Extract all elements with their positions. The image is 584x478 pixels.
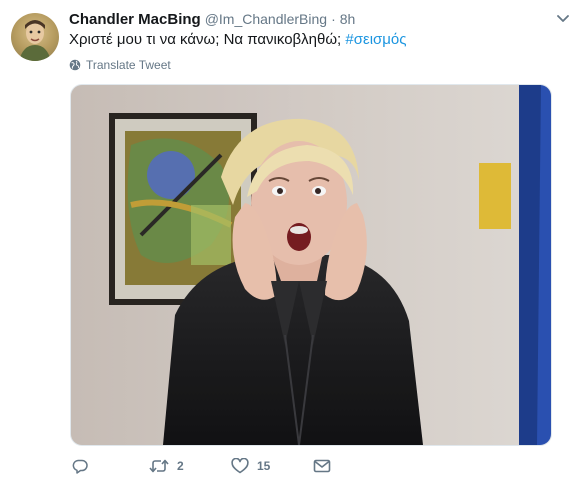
timestamp[interactable]: 8h (340, 11, 356, 27)
display-name[interactable]: Chandler MacBing (69, 11, 201, 28)
chevron-down-icon[interactable] (556, 12, 570, 26)
tweet-actions: 2 15 (69, 458, 369, 478)
avatar[interactable] (11, 13, 59, 61)
retweet-icon (149, 459, 169, 473)
reply-icon (72, 459, 88, 474)
globe-icon (69, 59, 81, 71)
translate-tweet-link[interactable]: Translate Tweet (69, 57, 171, 73)
media-photo (71, 85, 551, 445)
tweet-header: Chandler MacBing @Im_ChandlerBing · 8h (69, 9, 355, 29)
separator-dot: · (331, 11, 336, 27)
retweet-button[interactable]: 2 (149, 458, 184, 474)
retweet-count: 2 (177, 459, 184, 473)
hashtag-link[interactable]: #σεισμός (345, 31, 406, 48)
direct-message-button[interactable] (313, 458, 331, 474)
tweet-body: Χριστέ μου τι να κάνω; Να πανικοβληθώ; (69, 31, 346, 48)
envelope-icon (313, 459, 331, 473)
heart-icon (231, 458, 249, 474)
tweet[interactable]: Chandler MacBing @Im_ChandlerBing · 8h Χρισ… (0, 0, 584, 478)
reply-button[interactable] (72, 458, 88, 474)
tweet-text: Χριστέ μου τι να κάνω; Να πανικοβληθώ; #… (69, 30, 407, 50)
like-count: 15 (257, 459, 271, 473)
translate-label: Translate Tweet (86, 58, 171, 72)
tweet-media-image[interactable] (70, 84, 552, 446)
like-button[interactable]: 15 (231, 458, 270, 474)
user-handle[interactable]: @Im_ChandlerBing (205, 11, 327, 27)
